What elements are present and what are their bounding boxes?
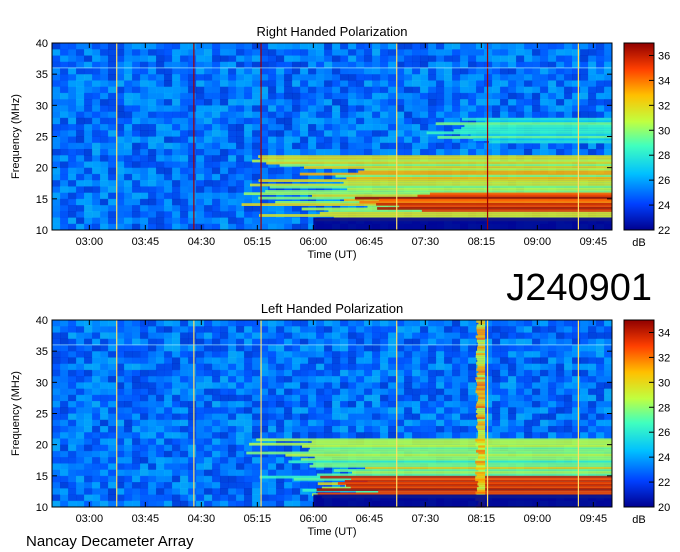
colorbar-tick-label: 32 — [658, 100, 670, 112]
colorbar — [623, 42, 655, 231]
colorbar-tick-label: 30 — [658, 377, 670, 389]
x-tick-label: 07:30 — [412, 236, 440, 248]
y-tick-label: 40 — [36, 315, 48, 327]
colorbar-unit-label: dB — [632, 514, 645, 526]
x-tick-label: 06:00 — [300, 513, 328, 525]
colorbar-tick-label: 26 — [658, 427, 670, 439]
colorbar-unit-label: dB — [632, 237, 645, 249]
x-axis-label: Time (UT) — [307, 526, 356, 538]
y-tick-label: 20 — [36, 163, 48, 175]
low-band-cutoff — [313, 494, 612, 507]
x-tick-label: 09:00 — [524, 513, 552, 525]
y-tick-label: 35 — [36, 346, 48, 358]
y-tick-label: 30 — [36, 100, 48, 112]
x-tick-label: 09:45 — [580, 236, 608, 248]
colorbar-tick-label: 26 — [658, 175, 670, 187]
x-tick-label: 06:45 — [356, 236, 384, 248]
x-tick-label: 07:30 — [412, 513, 440, 525]
y-axis-label: Frequency (MHz) — [10, 371, 22, 456]
colorbar-tick-label: 20 — [658, 502, 670, 514]
y-tick-label: 10 — [36, 502, 48, 514]
y-tick-label: 25 — [36, 409, 48, 421]
colorbar-tick-label: 28 — [658, 150, 670, 162]
x-axis-label: Time (UT) — [307, 249, 356, 261]
y-tick-label: 10 — [36, 225, 48, 237]
right-polarization-panel: Right Handed Polarization 10 15 20 25 30 35 40 0… — [10, 24, 670, 261]
y-tick-label: 25 — [36, 132, 48, 144]
x-tick-label: 04:30 — [188, 513, 216, 525]
y-axis-label: Frequency (MHz) — [10, 94, 22, 179]
colorbar — [623, 319, 655, 508]
x-tick-label: 03:00 — [76, 513, 104, 525]
x-tick-label: 09:45 — [580, 513, 608, 525]
colorbar-tick-label: 28 — [658, 402, 670, 414]
x-tick-label: 08:15 — [468, 513, 496, 525]
x-tick-label: 05:15 — [244, 513, 272, 525]
colorbar-tick-label: 30 — [658, 125, 670, 137]
x-tick-label: 09:00 — [524, 236, 552, 248]
x-tick-label: 04:30 — [188, 236, 216, 248]
x-tick-label: 08:15 — [468, 236, 496, 248]
chart-title: Right Handed Polarization — [256, 24, 407, 39]
footer-label: Nancay Decameter Array — [26, 533, 194, 550]
figure-id-label: J240901 — [506, 267, 652, 309]
colorbar-tick-label: 24 — [658, 200, 670, 212]
x-tick-label: 05:15 — [244, 236, 272, 248]
y-tick-label: 30 — [36, 377, 48, 389]
y-tick-label: 15 — [36, 194, 48, 206]
x-tick-label: 03:00 — [76, 236, 104, 248]
colorbar-tick-label: 24 — [658, 452, 670, 464]
colorbar-tick-label: 22 — [658, 477, 670, 489]
colorbar-tick-label: 32 — [658, 352, 670, 364]
chart-title: Left Handed Polarization — [261, 301, 403, 316]
low-band-cutoff — [313, 217, 612, 230]
colorbar-tick-label: 34 — [658, 327, 670, 339]
y-tick-label: 20 — [36, 440, 48, 452]
x-tick-label: 06:00 — [300, 236, 328, 248]
x-tick-label: 03:45 — [132, 236, 160, 248]
y-tick-label: 40 — [36, 38, 48, 50]
spectrogram-figure: Right Handed Polarization 10 15 20 25 30 35 40 0… — [10, 24, 670, 550]
y-tick-label: 35 — [36, 69, 48, 81]
colorbar-tick-label: 22 — [658, 225, 670, 237]
x-tick-label: 06:45 — [356, 513, 384, 525]
y-tick-label: 15 — [36, 471, 48, 483]
colorbar-tick-label: 36 — [658, 50, 670, 62]
colorbar-tick-label: 34 — [658, 75, 670, 87]
left-polarization-panel: Left Handed Polarization 10 15 20 25 30 35 40 03… — [10, 301, 670, 538]
x-tick-label: 03:45 — [132, 513, 160, 525]
